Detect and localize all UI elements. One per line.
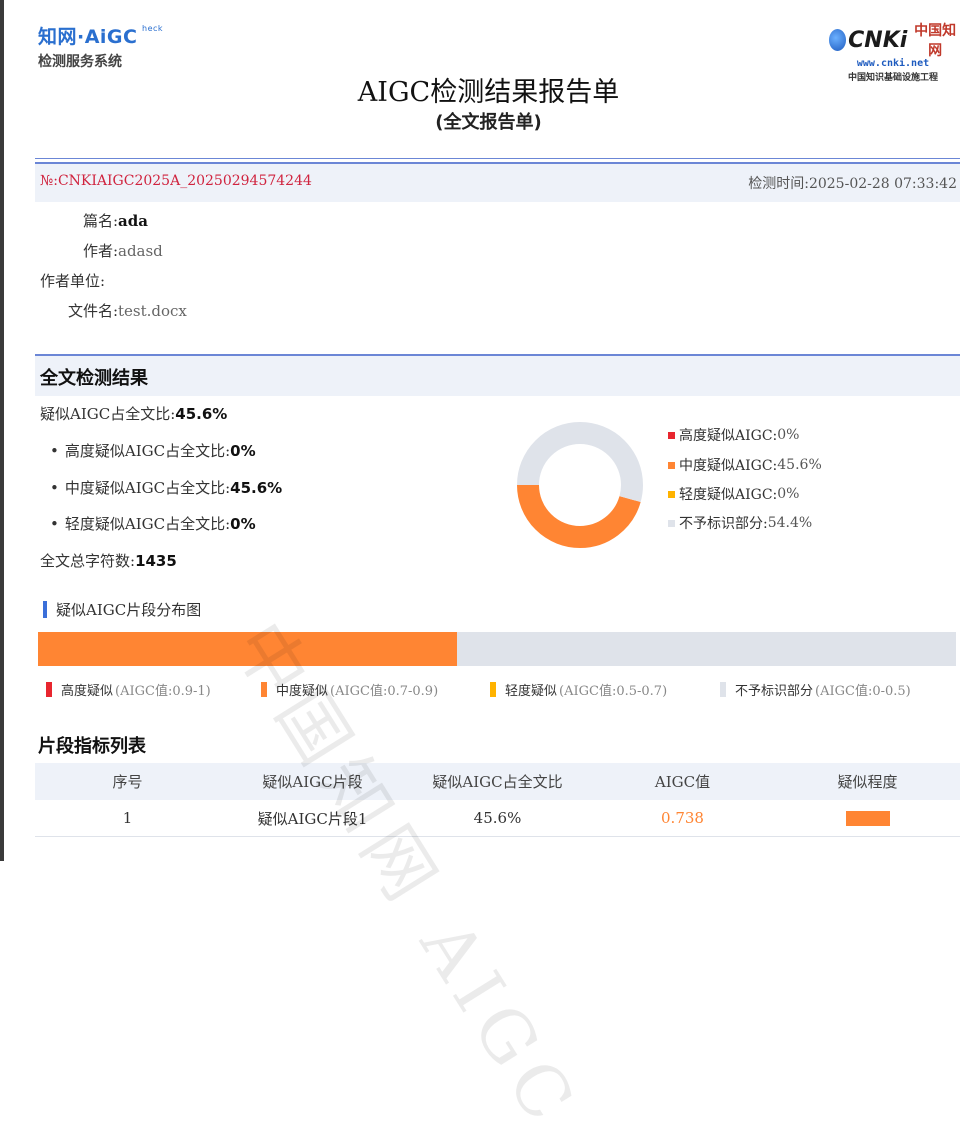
legend-label: 不予标识部分 — [735, 684, 814, 699]
aigc-service-logo: 知网·AiGC heck 检测服务系统 — [38, 22, 163, 71]
report-title: AIGC检测结果报告单 — [357, 77, 620, 108]
light-ratio-label: 轻度疑似AIGC占全文比: — [64, 515, 231, 533]
legend-label: 高度疑似 — [61, 684, 114, 699]
meta-author-row: 作者:adasd — [40, 240, 163, 261]
header-divider — [35, 158, 960, 159]
high-ratio-label: 高度疑似AIGC占全文比: — [64, 442, 231, 460]
degree-color-swatch — [845, 810, 890, 826]
donut-legend-item: 中度疑似AIGC: 45.6% — [668, 455, 822, 475]
column-header-ratio: 疑似AIGC占全文比 — [432, 773, 563, 791]
medium-ratio-value: 45.6% — [230, 479, 283, 497]
donut-legend-item: 高度疑似AIGC: 0% — [668, 425, 799, 445]
distribution-legend-item: 轻度疑似 (AIGC值:0.5-0.7) — [490, 680, 667, 699]
report-subtitle: (全文报告单) — [435, 112, 542, 133]
meta-affiliation-label: 作者单位: — [40, 272, 106, 290]
meta-filename-row: 文件名:test.docx — [40, 300, 187, 321]
cnki-brand: CNKi — [848, 27, 908, 53]
distribution-bar — [38, 632, 956, 666]
medium-ratio-label: 中度疑似AIGC占全文比: — [64, 479, 231, 497]
light-ratio: • 轻度疑似AIGC占全文比:0% — [50, 513, 256, 534]
legend-value: 45.6% — [777, 457, 822, 473]
logo-left-line1: 知网·AiGC — [38, 26, 138, 48]
result-section-header: 全文检测结果 — [35, 354, 960, 396]
row-degree — [775, 800, 960, 836]
meta-title-value: ada — [118, 212, 148, 230]
meta-title-label: 篇名: — [82, 212, 118, 230]
total-chars-value: 1435 — [135, 552, 177, 570]
distribution-medium-fill — [38, 632, 457, 666]
distribution-legend-item: 中度疑似 (AIGC值:0.7-0.9) — [261, 680, 438, 699]
bullet-icon: • — [50, 479, 59, 497]
total-chars-label: 全文总字符数: — [40, 552, 136, 570]
row-index: 1 — [122, 809, 133, 827]
legend-value: 0% — [777, 427, 800, 443]
legend-swatch-icon — [668, 490, 675, 498]
legend-label: 不予标识部分: — [679, 516, 768, 532]
column-header-aigc-value: AIGC值 — [654, 773, 711, 791]
cnki-globe-icon — [829, 29, 847, 51]
legend-value: 54.4% — [767, 515, 813, 531]
legend-value: 0% — [777, 486, 800, 502]
legend-range: (AIGC值:0.7-0.9) — [330, 684, 439, 699]
distribution-legend-item: 不予标识部分 (AIGC值:0-0.5) — [720, 680, 911, 699]
column-header-index: 序号 — [112, 773, 143, 791]
check-time-label: 检测时间: — [748, 176, 809, 192]
overall-ratio-value: 45.6% — [175, 405, 228, 423]
result-section-title: 全文检测结果 — [40, 368, 148, 389]
legend-swatch-icon — [46, 682, 52, 697]
meta-affiliation-row: 作者单位: — [40, 270, 105, 291]
aigc-donut-chart — [517, 422, 643, 548]
legend-swatch-icon — [668, 519, 675, 527]
overall-ratio: 疑似AIGC占全文比:45.6% — [40, 403, 227, 424]
bullet-icon: • — [50, 442, 59, 460]
logo-left-check: heck — [142, 24, 164, 33]
check-time: 检测时间:2025-02-28 07:33:42 — [748, 173, 957, 193]
donut-legend-item: 轻度疑似AIGC: 0% — [668, 484, 799, 504]
legend-label: 中度疑似AIGC: — [679, 458, 778, 474]
meta-author-label: 作者: — [82, 242, 118, 260]
legend-label: 中度疑似 — [276, 684, 329, 699]
legend-swatch-icon — [668, 461, 675, 469]
report-number: №:CNKIAIGC2025A_20250294574244 — [40, 173, 312, 189]
row-aigc-value: 0.738 — [661, 809, 704, 827]
legend-label: 轻度疑似 — [505, 684, 558, 699]
legend-range: (AIGC值:0.9-1) — [115, 684, 211, 699]
cnki-brand-zh: 中国知网 — [914, 23, 957, 59]
legend-range: (AIGC值:0.5-0.7) — [559, 684, 668, 699]
donut-legend-item: 不予标识部分: 54.4% — [668, 513, 812, 533]
total-chars: 全文总字符数:1435 — [40, 550, 177, 571]
legend-swatch-icon — [720, 682, 726, 697]
legend-swatch-icon — [261, 682, 267, 697]
legend-swatch-icon — [490, 682, 496, 697]
meta-filename-label: 文件名: — [67, 302, 118, 320]
legend-label: 高度疑似AIGC: — [679, 428, 778, 444]
segment-table-title: 片段指标列表 — [38, 736, 146, 757]
table-row[interactable]: 1 疑似AIGC片段1 45.6% 0.738 — [35, 800, 960, 837]
medium-ratio: • 中度疑似AIGC占全文比:45.6% — [50, 477, 282, 498]
row-ratio: 45.6% — [473, 809, 522, 827]
check-time-value: 2025-02-28 07:33:42 — [808, 176, 957, 192]
light-ratio-value: 0% — [230, 515, 256, 533]
overall-ratio-label: 疑似AIGC占全文比: — [40, 405, 176, 423]
distribution-title-text: 疑似AIGC片段分布图 — [56, 601, 202, 619]
meta-filename-value: test.docx — [118, 302, 187, 320]
legend-swatch-icon — [668, 431, 675, 439]
meta-author-value: adasd — [118, 242, 163, 260]
high-ratio: • 高度疑似AIGC占全文比:0% — [50, 440, 256, 461]
legend-label: 轻度疑似AIGC: — [679, 487, 778, 503]
segment-table-header: 序号 疑似AIGC片段 疑似AIGC占全文比 AIGC值 疑似程度 — [35, 763, 960, 800]
column-header-segment: 疑似AIGC片段 — [262, 773, 363, 791]
distribution-title: 疑似AIGC片段分布图 — [43, 599, 201, 620]
legend-range: (AIGC值:0-0.5) — [815, 684, 911, 699]
section-marker-icon — [43, 601, 47, 618]
meta-title-row: 篇名:ada — [40, 210, 148, 231]
logo-left-line2: 检测服务系统 — [38, 54, 122, 70]
column-header-degree: 疑似程度 — [837, 773, 898, 791]
high-ratio-value: 0% — [230, 442, 256, 460]
row-segment-name: 疑似AIGC片段1 — [257, 809, 368, 828]
bullet-icon: • — [50, 515, 59, 533]
distribution-legend-item: 高度疑似 (AIGC值:0.9-1) — [46, 680, 211, 699]
